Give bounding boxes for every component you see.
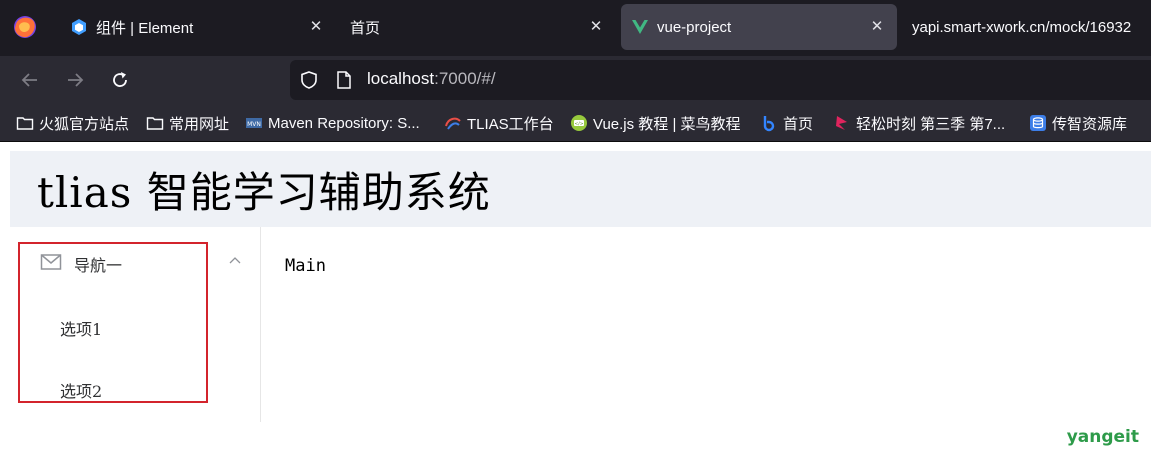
address-bar[interactable]: localhost:7000/#/ (290, 60, 1151, 100)
bookmark-chuanzhi[interactable]: 传智资源库 (1029, 112, 1127, 134)
folder-icon (146, 117, 164, 130)
close-tab-icon[interactable]: ✕ (586, 17, 606, 37)
element-favicon-icon (72, 19, 86, 35)
app-header: tlias 智能学习辅助系统 (10, 151, 1151, 227)
bookmark-label: Vue.js 教程 | 菜鸟教程 (593, 115, 741, 133)
reload-icon (113, 72, 127, 87)
app-title: tlias 智能学习辅助系统 (37, 168, 491, 217)
bookmarks-toolbar: 火狐官方站点 常用网址 MVN Maven Repository: S... T… (0, 104, 1151, 142)
navigation-toolbar: localhost:7000/#/ (0, 56, 1151, 104)
watermark-logo: yangeit (1066, 427, 1139, 447)
tab-label: vue-project (657, 18, 732, 36)
tlias-icon (445, 117, 461, 130)
bookmark-label: 首页 (783, 115, 814, 133)
bookmark-label: 传智资源库 (1052, 115, 1128, 133)
url-host: localhost (367, 69, 435, 88)
page-viewport: tlias 智能学习辅助系统 导航一 选项1 选项2 Main yangeit (0, 142, 1151, 457)
shield-icon[interactable] (300, 71, 318, 89)
svg-text:MVN: MVN (247, 121, 261, 128)
close-tab-icon[interactable]: ✕ (306, 17, 326, 37)
baidu-icon (763, 116, 775, 132)
bookmark-vue-runoob[interactable]: </> Vue.js 教程 | 菜鸟教程 (570, 112, 741, 134)
main-content-text: Main (285, 256, 326, 276)
tab-home[interactable]: 首页 ✕ (338, 4, 616, 50)
annotation-highlight-box (18, 242, 208, 403)
bookmark-video[interactable]: 轻松时刻 第三季 第7... (833, 112, 1005, 134)
browser-tab-strip: 组件 | Element ✕ 首页 ✕ vue-project ✕ yapi.s… (0, 0, 1151, 56)
database-icon (1030, 115, 1046, 131)
bookmark-label: 火狐官方站点 (39, 115, 130, 133)
svg-text:</>: </> (574, 121, 583, 127)
runoob-icon: </> (571, 115, 587, 131)
folder-icon (16, 117, 34, 130)
bookmark-maven[interactable]: MVN Maven Repository: S... (245, 112, 420, 134)
bookmark-label: 常用网址 (169, 115, 230, 133)
bookmark-label: Maven Repository: S... (268, 114, 420, 132)
url-path: :7000/#/ (434, 69, 496, 88)
bookmark-label: 轻松时刻 第三季 第7... (856, 115, 1006, 133)
bookmark-tlias[interactable]: TLIAS工作台 (444, 112, 554, 134)
close-tab-icon[interactable]: ✕ (867, 17, 887, 37)
tab-yapi[interactable]: yapi.smart-xwork.cn/mock/16932 (900, 4, 1151, 50)
bookmark-folder-firefox[interactable]: 火狐官方站点 (16, 112, 129, 134)
bookmark-label: TLIAS工作台 (467, 115, 554, 133)
maven-icon: MVN (246, 118, 262, 128)
tab-element[interactable]: 组件 | Element ✕ (58, 4, 336, 50)
url-text[interactable]: localhost:7000/#/ (367, 69, 496, 89)
page-info-icon[interactable] (336, 71, 352, 89)
tab-label: 组件 | Element (96, 19, 194, 37)
back-button[interactable] (18, 68, 42, 92)
bookmark-folder-common[interactable]: 常用网址 (146, 112, 229, 134)
forward-arrow-icon (68, 73, 84, 87)
chevron-up-icon[interactable] (228, 255, 242, 265)
tab-label: yapi.smart-xwork.cn/mock/16932 (912, 18, 1132, 36)
video-icon (836, 116, 847, 130)
back-arrow-icon (21, 73, 37, 87)
firefox-icon[interactable] (12, 14, 38, 40)
tab-label: 首页 (350, 19, 381, 37)
tab-vue-project[interactable]: vue-project ✕ (621, 4, 897, 50)
reload-button[interactable] (108, 68, 132, 92)
forward-button[interactable] (63, 68, 87, 92)
vue-favicon-icon (632, 20, 648, 34)
bookmark-baidu-home[interactable]: 首页 (760, 112, 813, 134)
